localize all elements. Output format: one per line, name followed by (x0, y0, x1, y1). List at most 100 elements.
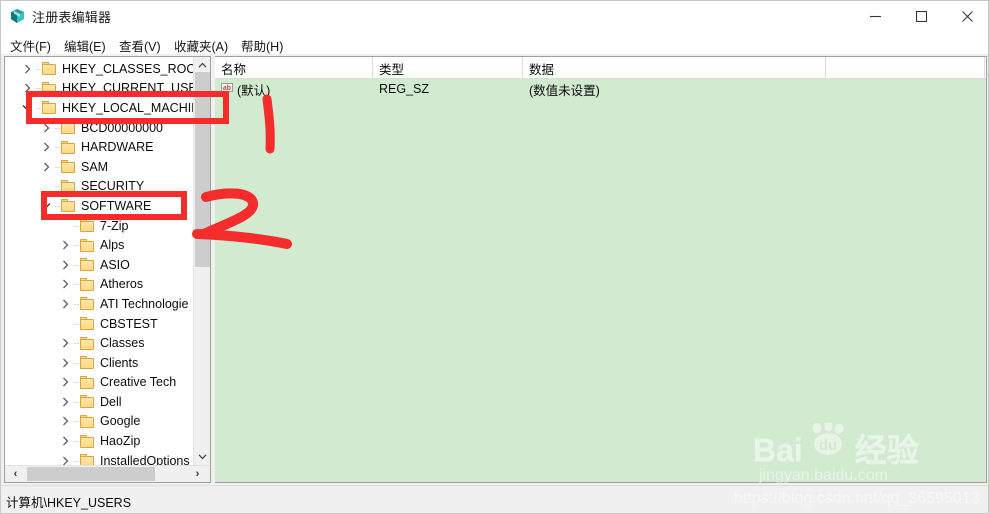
chevron-right-icon[interactable] (57, 276, 73, 292)
tree-item-security[interactable]: ·· SECURITY (5, 177, 194, 197)
chevron-right-icon[interactable] (19, 80, 35, 96)
menu-favorites[interactable]: 收藏夹(A) (171, 35, 231, 56)
column-header-0[interactable]: 名称 (215, 57, 373, 79)
tree-item-label: Dell (100, 394, 122, 409)
tree-item-label: HKEY_LOCAL_MACHINE (62, 100, 194, 115)
chevron-right-icon[interactable] (19, 61, 35, 77)
string-value-icon: ab (220, 82, 234, 96)
folder-icon (42, 62, 57, 76)
chevron-right-icon[interactable] (57, 394, 73, 410)
folder-icon (80, 238, 95, 252)
tree-connector: ·· (54, 200, 61, 211)
tree-connector: ·· (73, 279, 80, 290)
tree-connector: ·· (73, 240, 80, 251)
menu-bar: 文件(F) 编辑(E) 查看(V) 收藏夹(A) 帮助(H) (1, 32, 988, 56)
chevron-right-icon[interactable] (38, 120, 54, 136)
tree-connector: ·· (73, 455, 80, 465)
menu-help[interactable]: 帮助(H) (238, 35, 286, 56)
tree-item-bcd00000000[interactable]: ·· BCD00000000 (5, 118, 194, 138)
column-header-1[interactable]: 类型 (373, 57, 523, 79)
tree-item-label: Clients (100, 355, 139, 370)
folder-icon (80, 356, 95, 370)
tree-connector: ·· (54, 181, 61, 192)
status-bar: 计算机\HKEY_USERS (1, 485, 988, 513)
window-controls (852, 1, 988, 32)
tree-item-classes[interactable]: ·· Classes (5, 333, 194, 353)
folder-icon (61, 179, 76, 193)
tree-item-alps[interactable]: ·· Alps (5, 235, 194, 255)
column-header-3[interactable] (826, 57, 985, 79)
tree-item-atheros[interactable]: ·· Atheros (5, 275, 194, 295)
tree-connector: ·· (73, 298, 80, 309)
tree-item-hkey-local-machine[interactable]: ·· HKEY_LOCAL_MACHINE (5, 98, 194, 118)
chevron-right-icon[interactable] (57, 257, 73, 273)
tree-scroll-viewport: ·· HKEY_CLASSES_ROOT ·· HKEY_CURRENT_USER ··… (5, 57, 194, 465)
chevron-down-icon[interactable] (19, 100, 35, 116)
folder-icon (61, 160, 76, 174)
chevron-down-icon[interactable] (38, 198, 54, 214)
close-button[interactable] (944, 1, 988, 32)
chevron-down-icon[interactable] (194, 448, 210, 465)
tree-item-label: Classes (100, 336, 145, 351)
registry-tree: ·· HKEY_CLASSES_ROOT ·· HKEY_CURRENT_USER ··… (5, 59, 194, 465)
chevron-right-icon[interactable] (57, 374, 73, 390)
value-row[interactable]: ab (默认) REG_SZ (数值未设置) (215, 79, 985, 99)
registry-tree-pane: ·· HKEY_CLASSES_ROOT ·· HKEY_CURRENT_USER ··… (4, 56, 211, 483)
tree-item-asio[interactable]: ·· ASIO (5, 255, 194, 275)
folder-icon (61, 140, 76, 154)
scroll-right-icon[interactable]: › (189, 466, 206, 482)
tree-item-creative-tech[interactable]: ·· Creative Tech (5, 373, 194, 393)
tree-item-cbstest[interactable]: ·· CBSTEST (5, 314, 194, 334)
menu-view[interactable]: 查看(V) (116, 35, 164, 56)
tree-item-label: ATI Technologie (100, 296, 189, 311)
maximize-button[interactable] (898, 1, 944, 32)
tree-item-hardware[interactable]: ·· HARDWARE (5, 137, 194, 157)
value-name: (默认) (237, 83, 271, 98)
chevron-right-icon[interactable] (57, 237, 73, 253)
tree-item-7-zip[interactable]: ·· 7-Zip (5, 216, 194, 236)
tree-item-label: HaoZip (100, 434, 141, 449)
tree-vertical-scrollbar[interactable] (193, 57, 210, 465)
chevron-right-icon[interactable] (57, 413, 73, 429)
scroll-left-icon[interactable]: ‹ (7, 466, 24, 482)
tree-item-clients[interactable]: ·· Clients (5, 353, 194, 373)
tree-item-label: Atheros (100, 277, 144, 292)
column-header-2[interactable]: 数据 (523, 57, 826, 79)
chevron-right-icon[interactable] (38, 139, 54, 155)
tree-item-label: HARDWARE (81, 140, 154, 155)
tree-item-label: SOFTWARE (81, 198, 152, 213)
menu-edit[interactable]: 编辑(E) (61, 35, 109, 56)
tree-horizontal-scrollbar[interactable]: ‹ › (5, 465, 210, 482)
tree-item-haozip[interactable]: ·· HaoZip (5, 431, 194, 451)
folder-icon (42, 101, 57, 115)
folder-icon (80, 277, 95, 291)
tree-item-sam[interactable]: ·· SAM (5, 157, 194, 177)
menu-file[interactable]: 文件(F) (7, 35, 54, 56)
tree-item-google[interactable]: ·· Google (5, 412, 194, 432)
tree-item-hkey-classes-root[interactable]: ·· HKEY_CLASSES_ROOT (5, 59, 194, 79)
tree-connector: ·· (73, 436, 80, 447)
minimize-button[interactable] (852, 1, 898, 32)
chevron-right-icon[interactable] (57, 433, 73, 449)
tree-item-installedoptions[interactable]: ·· InstalledOptions (5, 451, 194, 465)
chevron-right-icon[interactable] (38, 159, 54, 175)
tree-item-dell[interactable]: ·· Dell (5, 392, 194, 412)
tree-vscroll-thumb[interactable] (195, 72, 210, 267)
chevron-right-icon[interactable] (57, 453, 73, 465)
chevron-right-icon[interactable] (57, 296, 73, 312)
tree-item-label: 7-Zip (100, 218, 129, 233)
chevron-right-icon[interactable] (57, 355, 73, 371)
tree-connector: ·· (35, 102, 42, 113)
tree-connector: ·· (73, 318, 80, 329)
tree-item-software[interactable]: ·· SOFTWARE (5, 196, 194, 216)
chevron-right-icon[interactable] (57, 335, 73, 351)
tree-item-ati-technologie[interactable]: ·· ATI Technologie (5, 294, 194, 314)
folder-icon (61, 121, 76, 135)
values-column-header: 名称 类型 数据 (215, 57, 986, 79)
folder-icon (80, 395, 95, 409)
tree-item-hkey-current-user[interactable]: ·· HKEY_CURRENT_USER (5, 79, 194, 99)
tree-hscroll-thumb[interactable] (27, 467, 155, 481)
tree-connector: ·· (73, 396, 80, 407)
